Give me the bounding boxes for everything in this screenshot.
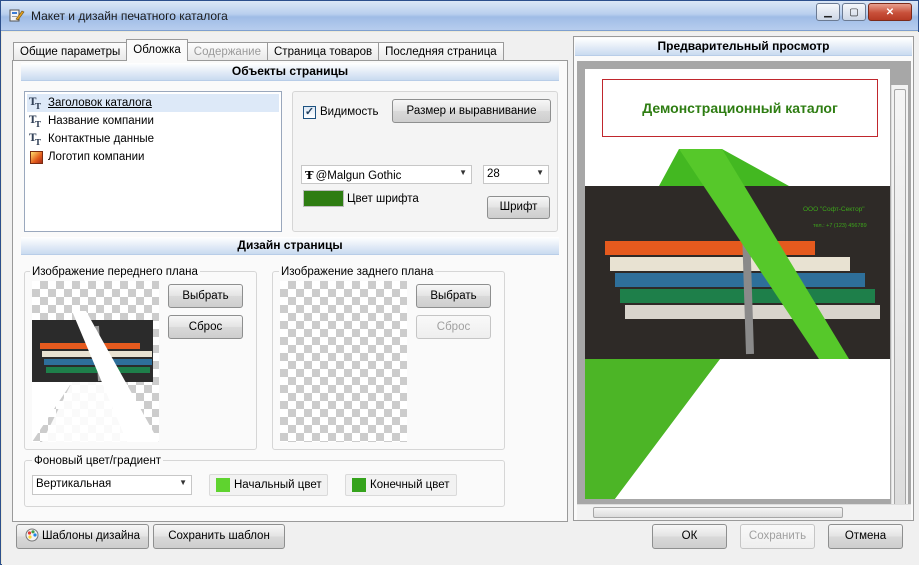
catalog-title: Демонстрационный каталог: [642, 100, 838, 116]
page-design-heading: Дизайн страницы: [21, 237, 559, 255]
cancel-button[interactable]: Отмена: [828, 524, 903, 549]
list-item-label: Название компании: [48, 115, 154, 127]
preview-vertical-scrollbar[interactable]: [891, 85, 908, 505]
background-image-label: Изображение заднего плана: [279, 266, 436, 278]
company-name-text[interactable]: ООО "Софт-Сектор": [803, 206, 865, 213]
page-objects-list[interactable]: TT Заголовок каталога TT Название компан…: [24, 91, 282, 232]
end-color-label: Конечный цвет: [370, 479, 450, 491]
text-icon: TT: [29, 97, 41, 111]
list-item-contacts[interactable]: TT Контактные данные: [27, 130, 279, 148]
list-item-company-name[interactable]: TT Название компании: [27, 112, 279, 130]
foreground-reset-button[interactable]: Сброс: [168, 315, 243, 339]
vertical-scroll-thumb[interactable]: [894, 89, 906, 505]
catalog-cover-page: Демонстрационный каталог ООО "Софт-Секто…: [585, 69, 890, 499]
background-select-button[interactable]: Выбрать: [416, 284, 491, 308]
font-button[interactable]: Шрифт: [487, 196, 550, 219]
tab-general[interactable]: Общие параметры: [13, 42, 128, 61]
title-bar[interactable]: Макет и дизайн печатного каталога ▁ ▢ ✕: [1, 1, 918, 31]
tab-cover[interactable]: Обложка: [126, 39, 188, 61]
foreground-image-group: Выбрать Сброс: [24, 271, 257, 450]
font-size-select[interactable]: 28 ▼: [483, 165, 549, 184]
end-color-swatch: [352, 478, 366, 492]
chevron-down-icon: ▼: [536, 168, 544, 177]
list-item-catalog-title[interactable]: TT Заголовок каталога: [27, 94, 279, 112]
catalog-design-window: Макет и дизайн печатного каталога ▁ ▢ ✕ …: [0, 0, 919, 565]
gradient-direction-value: Вертикальная: [36, 478, 112, 490]
preview-horizontal-scrollbar[interactable]: [577, 504, 911, 520]
list-item-label: Контактные данные: [48, 133, 155, 145]
preview-heading: Предварительный просмотр: [575, 38, 912, 56]
start-color-swatch: [216, 478, 230, 492]
image-icon: [30, 150, 43, 164]
ok-button[interactable]: ОК: [652, 524, 727, 549]
horizontal-scroll-thumb[interactable]: [593, 507, 843, 518]
chevron-down-icon: ▼: [179, 478, 187, 487]
font-name-value: @Malgun Gothic: [315, 170, 402, 182]
list-item-label: Логотип компании: [48, 151, 145, 163]
start-color-label: Начальный цвет: [234, 479, 322, 491]
font-name-select[interactable]: Ŧ @Malgun Gothic ▼: [301, 165, 472, 184]
foreground-select-button[interactable]: Выбрать: [168, 284, 243, 308]
preview-canvas[interactable]: Демонстрационный каталог ООО "Софт-Секто…: [577, 61, 911, 505]
app-icon: [9, 9, 25, 22]
preview-panel: Предварительный просмотр Демонстрационны…: [573, 36, 914, 521]
font-size-value: 28: [487, 168, 500, 180]
font-color-label: Цвет шрифта: [347, 193, 419, 205]
client-area: Общие параметры Обложка Содержание Стран…: [2, 32, 919, 565]
maximize-button[interactable]: ▢: [842, 3, 866, 21]
background-image-group: Выбрать Сброс: [272, 271, 505, 450]
gradient-direction-select[interactable]: Вертикальная ▼: [32, 475, 192, 495]
minimize-button[interactable]: ▁: [816, 3, 840, 21]
window-title: Макет и дизайн печатного каталога: [31, 9, 228, 23]
font-color-swatch[interactable]: [303, 190, 344, 207]
contacts-text[interactable]: тел.: +7 (123) 456789: [813, 223, 867, 229]
text-icon: TT: [29, 133, 41, 147]
catalog-title-frame[interactable]: Демонстрационный каталог: [602, 79, 878, 137]
page-objects-heading: Объекты страницы: [21, 63, 559, 81]
foreground-image-label: Изображение переднего плана: [30, 266, 200, 278]
tab-strip: Общие параметры Обложка Содержание Стран…: [13, 39, 504, 61]
list-item-label: Заголовок каталога: [48, 97, 152, 109]
background-image-preview[interactable]: [280, 281, 407, 442]
design-templates-label: Шаблоны дизайна: [41, 530, 141, 542]
size-align-button[interactable]: Размер и выравнивание: [392, 99, 551, 123]
foreground-image-thumbnail: [32, 311, 159, 442]
tab-contents[interactable]: Содержание: [186, 42, 268, 61]
foreground-image-preview[interactable]: [32, 281, 159, 442]
list-item-company-logo[interactable]: Логотип компании: [27, 148, 279, 166]
save-button[interactable]: Сохранить: [740, 524, 815, 549]
cover-tab-page: Объекты страницы TT Заголовок каталога T…: [12, 60, 568, 522]
text-icon: TT: [29, 115, 41, 129]
font-icon: Ŧ: [305, 168, 314, 182]
tab-product-page[interactable]: Страница товаров: [267, 42, 380, 61]
chevron-down-icon: ▼: [459, 168, 467, 177]
gradient-group: Вертикальная ▼ Начальный цвет Конечный ц…: [24, 460, 505, 507]
save-template-button[interactable]: Сохранить шаблон: [153, 524, 285, 549]
visibility-label: Видимость: [320, 106, 379, 118]
close-button[interactable]: ✕: [868, 3, 912, 21]
background-reset-button[interactable]: Сброс: [416, 315, 491, 339]
tab-last-page[interactable]: Последняя страница: [378, 42, 504, 61]
object-properties-panel: ✓ Видимость Размер и выравнивание Ŧ @Malg…: [292, 91, 558, 232]
visibility-checkbox[interactable]: ✓: [303, 106, 316, 119]
gradient-label: Фоновый цвет/градиент: [32, 455, 164, 467]
design-templates-button[interactable]: Шаблоны дизайна: [16, 524, 149, 549]
palette-icon: [25, 528, 39, 542]
start-color-button[interactable]: Начальный цвет: [209, 474, 328, 496]
end-color-button[interactable]: Конечный цвет: [345, 474, 457, 496]
